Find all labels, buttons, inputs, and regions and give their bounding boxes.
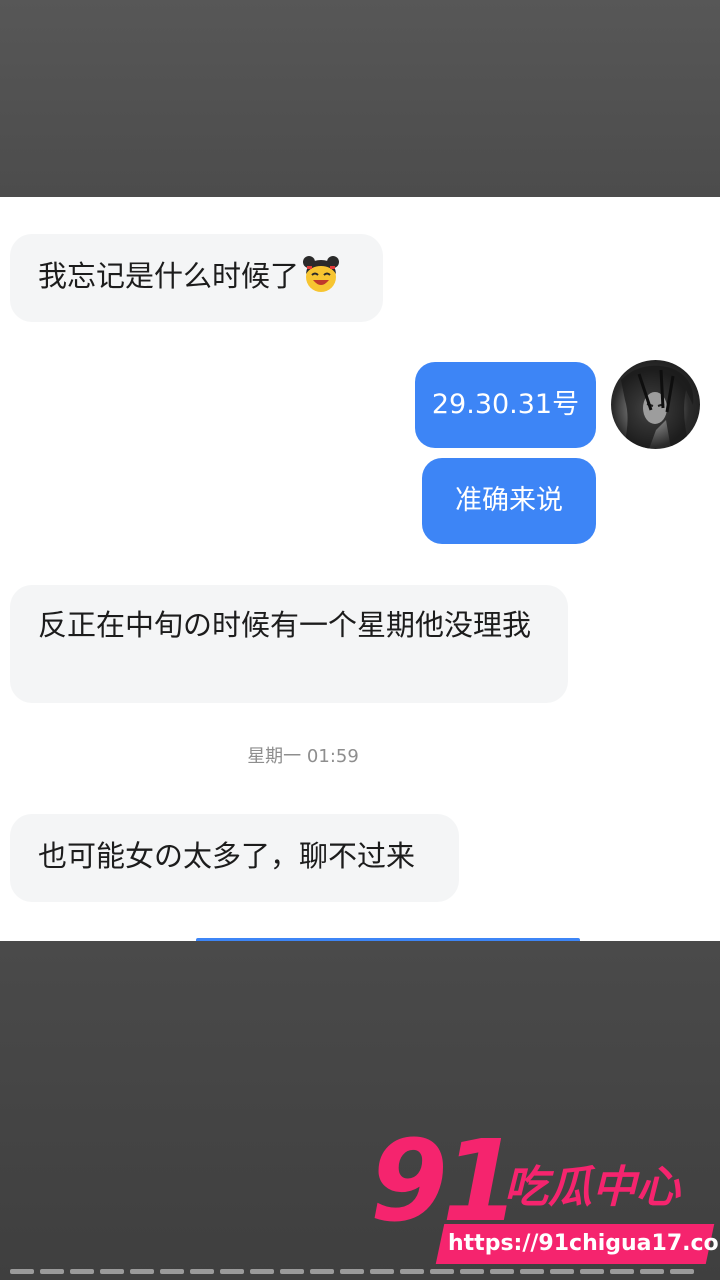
- incoming-message-2[interactable]: 反正在中旬の时候有一个星期他没理我: [10, 585, 568, 703]
- incoming-message-2-text: 反正在中旬の时候有一个星期他没理我: [38, 608, 532, 642]
- site-watermark: 91 吃瓜中心 https://91chigua17.com: [370, 1122, 720, 1270]
- top-dark-band: [0, 0, 720, 197]
- incoming-message-1[interactable]: 我忘记是什么时候了: [10, 234, 383, 322]
- watermark-url: https://91chigua17.com: [448, 1231, 720, 1256]
- incoming-message-3[interactable]: 也可能女の太多了，聊不过来: [10, 814, 459, 902]
- incoming-message-3-text: 也可能女の太多了，聊不过来: [38, 839, 416, 873]
- chat-panel[interactable]: 我忘记是什么时候了 29.30.31号 准确来说 反正在中旬の时候有一个星期他没…: [0, 197, 720, 941]
- outgoing-message-2-text: 准确来说: [455, 485, 563, 516]
- bottom-dash-strip: [0, 1269, 720, 1275]
- incoming-message-1-text: 我忘记是什么时候了: [38, 259, 300, 293]
- dark-haired-figure-icon: [621, 365, 694, 449]
- outgoing-message-1-text: 29.30.31号: [431, 389, 580, 420]
- message-timestamp: 星期一 01:59: [247, 746, 359, 767]
- watermark-title: 吃瓜中心: [504, 1162, 680, 1213]
- laughing-girl-emoji-icon: [301, 254, 341, 294]
- contact-avatar[interactable]: [611, 360, 700, 449]
- outgoing-message-2[interactable]: 准确来说: [422, 458, 596, 544]
- outgoing-message-1[interactable]: 29.30.31号: [415, 362, 596, 448]
